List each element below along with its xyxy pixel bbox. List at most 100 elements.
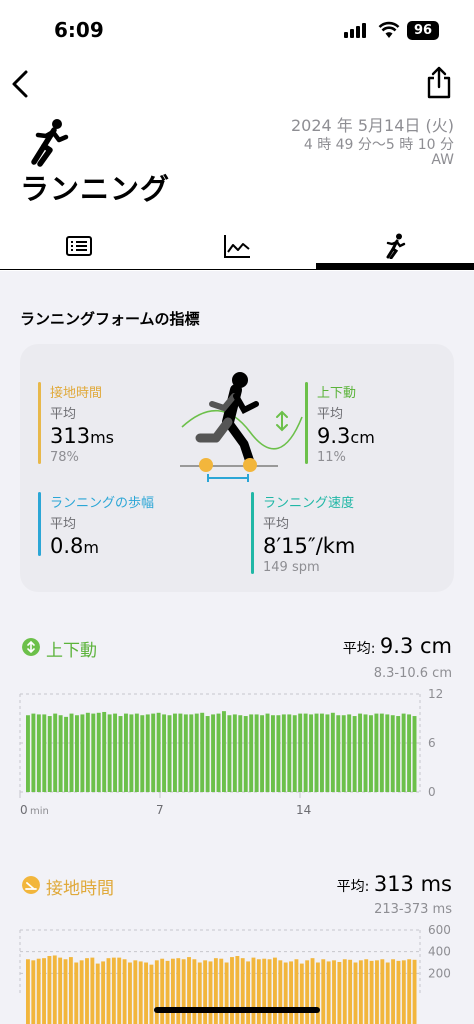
chart-bar xyxy=(364,959,369,1024)
chart-bar xyxy=(74,962,79,1024)
stride-value: 0.8 xyxy=(50,534,84,558)
chart-bar xyxy=(227,715,232,792)
chart-bar xyxy=(273,957,277,1024)
chart-bar xyxy=(390,715,395,792)
chart-bar xyxy=(271,715,275,792)
vertical-avg-unit: cm xyxy=(413,634,452,658)
chart-bar xyxy=(412,959,417,1024)
chart-bar xyxy=(224,962,229,1024)
running-activity-icon xyxy=(31,119,69,167)
contact-avg-label: 平均: xyxy=(336,879,374,895)
chart-bar xyxy=(111,957,116,1024)
running-form-card: 接地時間 平均 313ms 78% 上下動 平均 9.3cm 11% ランニング… xyxy=(20,344,454,592)
chart-bar xyxy=(358,713,363,792)
x-tick-label: 7 xyxy=(156,803,164,817)
chart-bar xyxy=(85,958,89,1024)
chart-bar xyxy=(106,958,111,1024)
stride-unit: m xyxy=(83,538,99,557)
vertical-oscillation-metric: 上下動 平均 9.3cm 11% xyxy=(305,382,375,465)
chart-bar xyxy=(336,715,341,792)
chart-bar xyxy=(267,959,272,1024)
ground-contact-metric: 接地時間 平均 313ms 78% xyxy=(38,382,114,465)
chart-bar xyxy=(401,713,406,792)
tab-details[interactable] xyxy=(0,222,158,270)
vertical-avg-label: 平均: xyxy=(342,641,380,657)
home-indicator[interactable] xyxy=(154,1007,320,1013)
chart-bar xyxy=(281,714,286,792)
chart-bar xyxy=(189,714,194,792)
chart-bar xyxy=(194,713,199,792)
chart-bar xyxy=(298,713,303,792)
chart-bar xyxy=(240,958,245,1024)
chart-bar xyxy=(407,959,412,1024)
chart-bar xyxy=(391,959,396,1024)
chart-bar xyxy=(31,960,36,1024)
share-icon[interactable] xyxy=(424,66,454,100)
chart-bar xyxy=(26,715,30,792)
list-icon xyxy=(66,236,92,256)
chart-bar xyxy=(213,958,218,1024)
chart-bar xyxy=(165,960,170,1024)
chart-bar xyxy=(205,716,210,792)
chart-bar xyxy=(230,957,234,1024)
ground-contact-icon xyxy=(22,876,40,894)
chart-bar xyxy=(375,960,379,1024)
chart-bar xyxy=(200,712,205,792)
chart-bar xyxy=(75,715,79,792)
chart-bar xyxy=(156,712,161,792)
wifi-icon xyxy=(378,21,400,38)
battery-indicator: 96 xyxy=(407,21,439,40)
chart-bar xyxy=(363,714,368,792)
vertical-oscillation-bar-chart: 12600 min 7 14 xyxy=(19,688,443,817)
chart-bar xyxy=(134,713,139,792)
chart-bar xyxy=(407,714,412,792)
chart-bar xyxy=(178,713,183,792)
vertical-osc-pct: 11% xyxy=(317,450,346,465)
chart-bar xyxy=(235,956,240,1024)
chart-bar xyxy=(58,957,63,1024)
vertical-osc-title: 上下動 xyxy=(317,386,357,401)
chart-bar xyxy=(26,959,30,1024)
chart-bar xyxy=(352,716,357,792)
chart-bar xyxy=(176,958,181,1024)
speed-sub: 平均 xyxy=(263,517,290,532)
chart-bar xyxy=(332,960,336,1024)
chart-bar xyxy=(162,714,167,792)
chart-bar xyxy=(122,959,127,1024)
chart-bar xyxy=(341,715,346,792)
contact-chart-average: 平均: 313 ms xyxy=(337,872,452,896)
chart-bar xyxy=(262,958,267,1024)
y-tick-label: 6 xyxy=(428,736,436,750)
chart-bar xyxy=(140,715,145,792)
vertical-osc-sub: 平均 xyxy=(317,407,344,422)
chart-bar xyxy=(47,956,52,1024)
chart-bar xyxy=(326,961,331,1024)
vertical-oscillation-icon xyxy=(22,638,40,656)
vertical-oscillation-chart-section: 上下動 平均: 9.3 cm 8.3-10.6 cm 12 6 0 0 min 7 14 xyxy=(0,630,474,830)
chart-bar xyxy=(95,963,100,1024)
chart-bar xyxy=(96,712,101,792)
chart-bar xyxy=(396,716,401,792)
chart-bar xyxy=(353,962,358,1024)
speed-title: ランニング速度 xyxy=(263,496,355,511)
ground-contact-value: 313 xyxy=(50,424,91,448)
chart-bar xyxy=(314,713,319,792)
back-chevron-icon[interactable] xyxy=(8,68,36,100)
tab-graphs[interactable] xyxy=(158,222,316,270)
activity-time-range: 4 時 49 分〜5 時 10 分 xyxy=(303,137,454,153)
chart-bar xyxy=(101,961,106,1024)
chart-bar xyxy=(107,714,112,792)
chart-bar xyxy=(232,714,237,792)
chart-bar xyxy=(68,957,73,1024)
chart-bar xyxy=(52,955,57,1024)
chart-bar xyxy=(154,960,159,1024)
chart-bar xyxy=(208,961,213,1024)
page-title: ランニング xyxy=(20,172,171,206)
chart-bar xyxy=(299,963,304,1024)
data-source: AW xyxy=(431,152,454,168)
chart-bar xyxy=(144,962,149,1024)
chart-bar xyxy=(160,958,165,1024)
chart-bar xyxy=(246,961,251,1024)
chart-bar xyxy=(337,961,342,1024)
chart-bar xyxy=(151,713,156,792)
